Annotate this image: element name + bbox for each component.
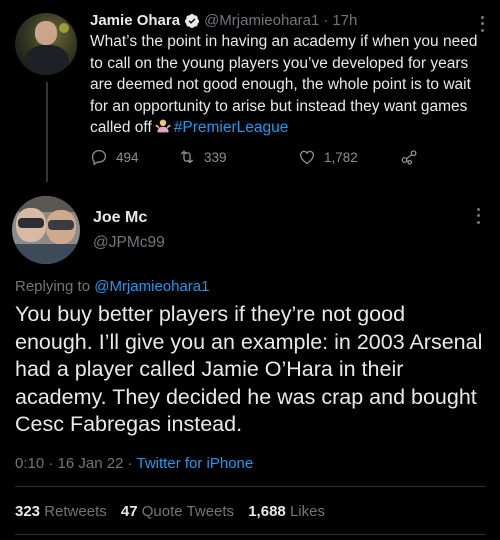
replying-to-mention[interactable]: @Mrjamieohara1 bbox=[94, 278, 209, 295]
heart-icon bbox=[299, 150, 315, 165]
reply-icon bbox=[91, 149, 107, 166]
tweet-source-link[interactable]: Twitter for iPhone bbox=[137, 455, 254, 472]
reply-button[interactable]: 494 bbox=[90, 148, 139, 166]
tweet-detail-screen: Jamie Ohara @Mrjamieohara1 · 17h What’s … bbox=[0, 0, 500, 540]
likes-count: 1,688 bbox=[248, 503, 286, 520]
avatar-joe-mc[interactable] bbox=[12, 196, 80, 264]
more-options-icon[interactable] bbox=[474, 14, 490, 34]
parent-tweet-text: What’s the point in having an academy if… bbox=[90, 31, 480, 139]
meta-separator: · bbox=[48, 455, 54, 472]
person-shrugging-emoji-icon bbox=[155, 119, 171, 133]
share-icon bbox=[401, 150, 417, 165]
replying-to-line: Replying to @Mrjamieohara1 bbox=[15, 278, 210, 295]
likes-stat[interactable]: 1,688 Likes bbox=[248, 503, 325, 520]
author-name[interactable]: Joe Mc bbox=[93, 209, 147, 227]
divider bbox=[15, 486, 485, 487]
retweet-count: 339 bbox=[204, 149, 227, 165]
tweet-time[interactable]: 17h bbox=[332, 12, 357, 29]
hashtag-link[interactable]: #PremierLeague bbox=[174, 119, 289, 136]
parent-tweet[interactable]: Jamie Ohara @Mrjamieohara1 · 17h What’s … bbox=[90, 12, 480, 139]
verified-badge-icon bbox=[185, 13, 200, 28]
replying-to-label: Replying to bbox=[15, 278, 91, 295]
quotes-label: Quote Tweets bbox=[141, 503, 235, 520]
more-options-icon[interactable] bbox=[470, 206, 486, 226]
likes-label: Likes bbox=[289, 503, 325, 520]
author-handle[interactable]: @JPMc99 bbox=[93, 234, 165, 252]
thread-connector-line bbox=[46, 82, 48, 182]
reply-count: 494 bbox=[116, 149, 139, 165]
meta-separator: · bbox=[127, 455, 133, 472]
engagement-stats: 323 Retweets 47 Quote Tweets 1,688 Likes bbox=[15, 503, 335, 520]
divider bbox=[15, 534, 485, 535]
tweet-metadata: 0:10 · 16 Jan 22 · Twitter for iPhone bbox=[15, 455, 253, 472]
author-handle[interactable]: @Mrjamieohara1 bbox=[204, 12, 319, 29]
quote-tweets-stat[interactable]: 47 Quote Tweets bbox=[121, 503, 234, 520]
parent-tweet-header: Jamie Ohara @Mrjamieohara1 · 17h bbox=[90, 12, 480, 29]
author-name[interactable]: Jamie Ohara bbox=[90, 12, 180, 29]
retweets-count: 323 bbox=[15, 503, 41, 520]
retweets-stat[interactable]: 323 Retweets bbox=[15, 503, 107, 520]
avatar-jamie-ohara[interactable] bbox=[15, 13, 77, 75]
quotes-count: 47 bbox=[120, 503, 138, 520]
tweet-date[interactable]: 16 Jan 22 bbox=[58, 455, 124, 472]
share-button[interactable] bbox=[400, 148, 426, 166]
retweets-label: Retweets bbox=[44, 503, 107, 520]
like-button[interactable]: 1,782 bbox=[298, 148, 358, 166]
header-separator: · bbox=[323, 12, 329, 29]
tweet-time[interactable]: 0:10 bbox=[15, 455, 44, 472]
parent-tweet-actions: 494 339 1,782 bbox=[90, 148, 430, 170]
retweet-icon bbox=[181, 150, 193, 164]
like-count: 1,782 bbox=[324, 149, 358, 165]
retweet-button[interactable]: 339 bbox=[178, 148, 227, 166]
main-tweet-text: You buy better players if they’re not go… bbox=[15, 302, 483, 436]
